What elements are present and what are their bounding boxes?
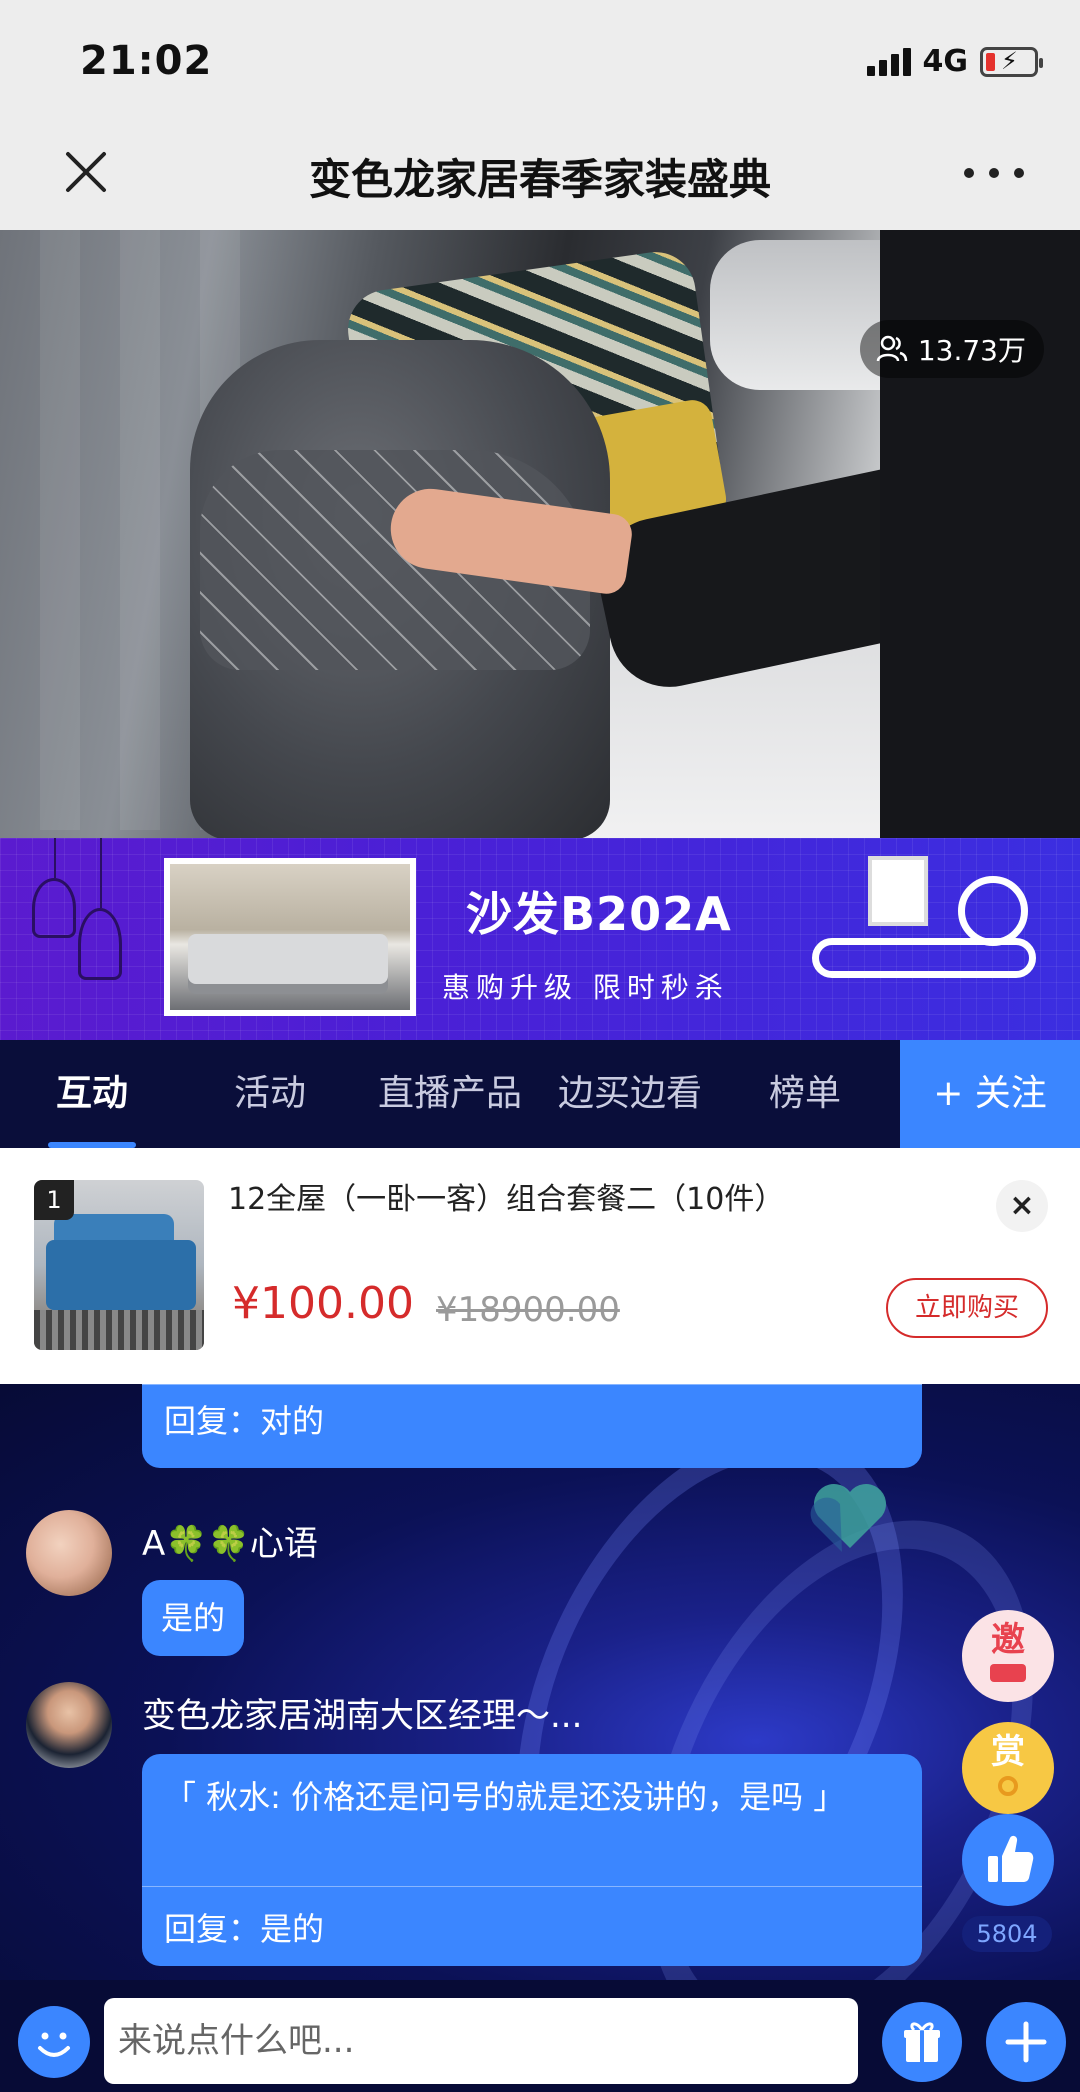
nav-bar: 变色龙家居春季家装盛典	[0, 120, 1080, 230]
chat-area[interactable]: 回复：对的 A🍀🍀心语 是的 变色龙家居湖南大区经理～... 「 秋水: 价格还…	[0, 1384, 1080, 1980]
status-time: 21:02	[80, 38, 213, 84]
status-indicators: 4G ⚡	[866, 44, 1043, 79]
plus-icon	[1005, 2021, 1047, 2063]
viewer-count: 13.73万	[917, 334, 1026, 367]
more-options-button[interactable]	[986, 2002, 1066, 2082]
tab-live-products[interactable]: 直播产品	[360, 1040, 540, 1148]
product-original-price: ¥18900.00	[436, 1290, 620, 1330]
network-type: 4G	[922, 44, 969, 79]
viewer-count-badge: 13.73万	[859, 320, 1044, 378]
tab-activity[interactable]: 活动	[200, 1040, 340, 1148]
like-count: 5804	[962, 1916, 1052, 1952]
lamp-icon	[32, 878, 76, 938]
product-index-badge: 1	[34, 1180, 74, 1220]
product-name[interactable]: 12全屋（一卧一客）组合套餐二（10件）	[228, 1174, 784, 1218]
banner-product-photo	[164, 858, 416, 1016]
close-product-icon[interactable]: ×	[996, 1180, 1048, 1232]
more-dots-icon[interactable]	[964, 148, 1024, 198]
battery-icon: ⚡	[980, 46, 1043, 77]
reward-button[interactable]: 赏	[962, 1722, 1054, 1814]
round-shelf-icon	[958, 876, 1028, 946]
lamp-icon	[78, 908, 122, 980]
chat-text: 是的	[160, 1599, 225, 1637]
tab-buy-and-watch[interactable]: 边买边看	[540, 1040, 720, 1148]
signal-icon	[866, 47, 911, 76]
product-card[interactable]: 1 12全屋（一卧一客）组合套餐二（10件） ¥100.00 ¥18900.00…	[0, 1148, 1080, 1384]
chat-quote-text: 「 秋水: 价格还是问号的就是还没讲的，是吗 」	[164, 1778, 846, 1816]
chat-bubble: 是的	[142, 1580, 244, 1656]
product-price: ¥100.00	[232, 1278, 414, 1329]
comment-input[interactable]: 来说点什么吧...	[104, 1998, 858, 2084]
promo-banner[interactable]: 沙发B202A 惠购升级 限时秒杀	[0, 838, 1080, 1040]
smile-icon	[38, 2032, 70, 2057]
chat-bubble: 「 秋水: 价格还是问号的就是还没讲的，是吗 」 回复：是的	[142, 1754, 922, 1966]
shelf-icon	[812, 938, 1036, 978]
gift-icon	[904, 2022, 940, 2062]
live-video[interactable]: 13.73万	[0, 230, 1080, 838]
page-title: 变色龙家居春季家装盛典	[308, 155, 771, 204]
people-icon	[876, 335, 908, 362]
banner-title: 沙发B202A	[466, 887, 732, 941]
banner-subtitle: 惠购升级 限时秒杀	[442, 971, 729, 1004]
like-button[interactable]	[962, 1814, 1054, 1906]
status-bar: 21:02 4G ⚡	[0, 0, 1080, 120]
chat-username[interactable]: A🍀🍀心语	[142, 1516, 318, 1565]
buy-now-button[interactable]: 立即购买	[886, 1278, 1048, 1338]
avatar[interactable]	[26, 1682, 112, 1768]
chat-reply-text: 回复：对的	[164, 1402, 325, 1440]
tab-ranking[interactable]: 榜单	[730, 1040, 880, 1148]
invite-button[interactable]: 邀	[962, 1610, 1054, 1702]
bottom-bar: 来说点什么吧...	[0, 1980, 1080, 2092]
chat-reply-text: 回复：是的	[164, 1910, 325, 1948]
tab-interaction[interactable]: 互动	[20, 1040, 164, 1148]
emoji-button[interactable]	[18, 2006, 90, 2078]
tab-bar: 互动 活动 直播产品 边买边看 榜单 + 关注	[0, 1040, 1080, 1148]
thumbs-up-icon	[988, 1835, 1034, 1882]
gift-button[interactable]	[882, 2002, 962, 2082]
follow-button[interactable]: + 关注	[900, 1040, 1080, 1148]
chat-username[interactable]: 变色龙家居湖南大区经理～...	[142, 1688, 582, 1737]
deer-frame-icon	[868, 856, 928, 926]
chat-bubble: 回复：对的	[142, 1384, 922, 1468]
heart-icon	[810, 1484, 886, 1552]
avatar[interactable]	[26, 1510, 112, 1596]
